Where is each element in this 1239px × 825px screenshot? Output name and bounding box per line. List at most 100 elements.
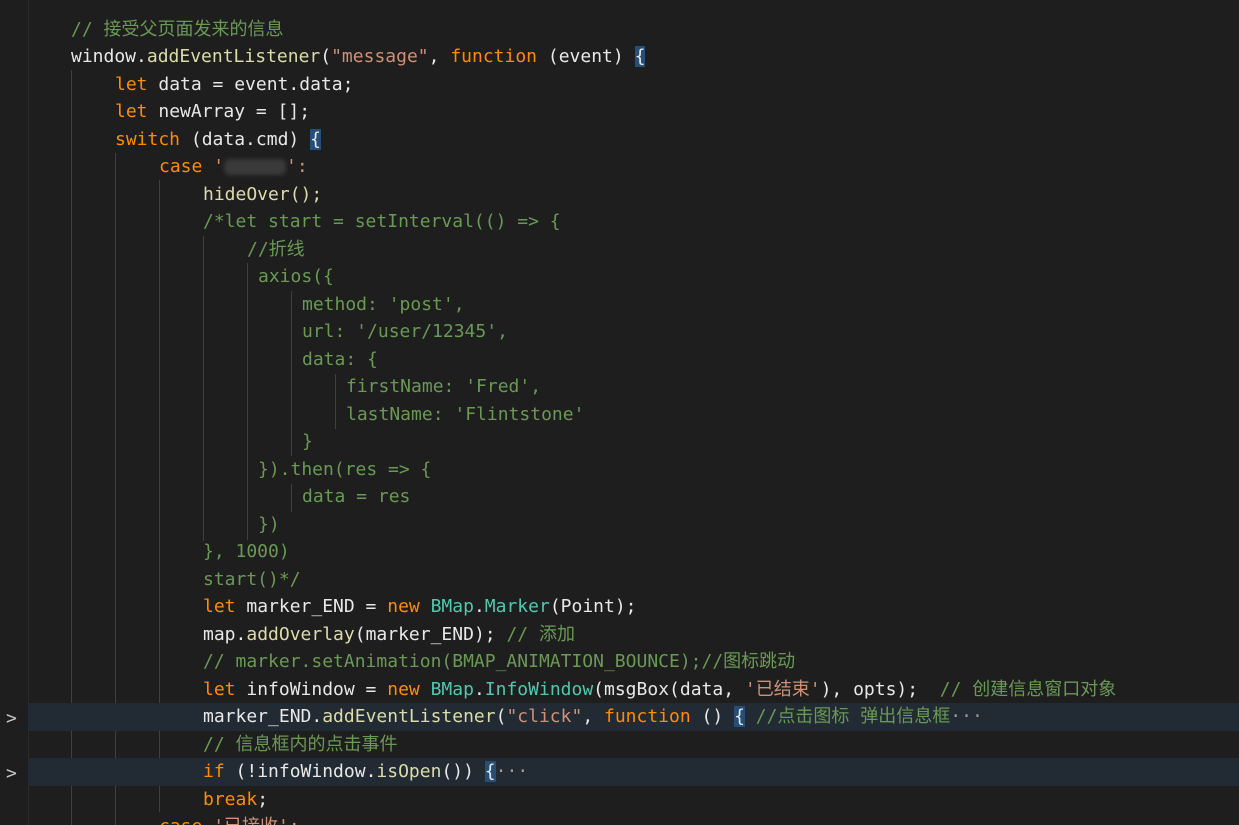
code-line[interactable]: case '已接收':: [28, 813, 1239, 825]
token: case: [28, 816, 202, 825]
token: let: [115, 74, 148, 95]
code-line[interactable]: }: [28, 428, 1239, 456]
code-line[interactable]: url: '/user/12345',: [28, 318, 1239, 346]
token: ()): [441, 761, 485, 782]
token: Marker: [484, 596, 550, 617]
token: (marker_END);: [354, 624, 507, 645]
token: marker_END.: [203, 706, 323, 727]
comment: //点击图标 弹出信息框: [744, 706, 951, 727]
token: {: [310, 129, 321, 150]
token: (: [320, 46, 332, 67]
comment: // 添加: [506, 624, 575, 645]
code-line[interactable]: break;: [28, 786, 1239, 814]
token: newArray = [];: [147, 101, 311, 122]
token: (): [690, 706, 735, 727]
code-line[interactable]: method: 'post',: [28, 291, 1239, 319]
comment: method: 'post',: [302, 294, 465, 315]
code-line[interactable]: lastName: 'Flintstone': [28, 401, 1239, 429]
token: {: [484, 761, 496, 782]
token: BMap: [430, 679, 474, 700]
comment: lastName: 'Flintstone': [346, 404, 585, 425]
comment: start()*/: [203, 569, 301, 590]
fold-expand-icon[interactable]: >: [6, 708, 22, 729]
folded-ellipsis[interactable]: ···: [496, 761, 529, 782]
token: data = event.data;: [147, 74, 354, 95]
comment: }): [258, 514, 280, 535]
code-line[interactable]: }): [28, 511, 1239, 539]
token: hideOver();: [203, 184, 323, 205]
token: new: [387, 679, 420, 700]
comment: data = res: [302, 486, 411, 507]
token: case: [159, 156, 203, 177]
redacted-text: [224, 159, 287, 175]
code-line[interactable]: map.addOverlay(marker_END); // 添加: [28, 621, 1239, 649]
code-line[interactable]: /*let start = setInterval(() => {: [28, 208, 1239, 236]
code-line[interactable]: window.addEventListener("message", funct…: [28, 43, 1239, 71]
code-line[interactable]: switch (data.cmd) {: [28, 126, 1239, 154]
token: ;: [257, 789, 269, 810]
code-line[interactable]: let data = event.data;: [28, 71, 1239, 99]
comment: data: {: [302, 349, 378, 370]
token: break: [203, 789, 258, 810]
token: .: [473, 596, 485, 617]
token: ,: [582, 706, 604, 727]
token: addOverlay: [246, 624, 355, 645]
comment: axios({: [258, 266, 334, 287]
code-line-folded[interactable]: if (!infoWindow.isOpen()) {···: [28, 758, 1239, 786]
token: isOpen: [376, 761, 442, 782]
token: BMap: [430, 596, 474, 617]
comment: // 接受父页面发来的信息: [71, 19, 284, 40]
code-line[interactable]: firstName: 'Fred',: [28, 373, 1239, 401]
token: .: [473, 679, 485, 700]
code-line[interactable]: // 接受父页面发来的信息: [28, 16, 1239, 44]
folded-ellipsis[interactable]: ···: [950, 706, 983, 727]
token: addEventListener: [146, 46, 321, 67]
code-editor[interactable]: > > // 接受父页面发来的信息 window.addEventListene…: [0, 0, 1239, 825]
token: '已结束': [744, 679, 821, 700]
token: (event): [537, 46, 635, 67]
code-area[interactable]: // 接受父页面发来的信息 window.addEventListener("m…: [28, 0, 1239, 825]
token: map.: [203, 624, 247, 645]
code-line[interactable]: case ' ':: [28, 153, 1239, 181]
token: ,: [428, 46, 451, 67]
code-line[interactable]: let infoWindow = new BMap.InfoWindow(msg…: [28, 676, 1239, 704]
token: ':: [286, 156, 308, 177]
comment: }, 1000): [203, 541, 290, 562]
token: InfoWindow: [484, 679, 594, 700]
token: (Point);: [549, 596, 637, 617]
code-line[interactable]: start()*/: [28, 566, 1239, 594]
code-line[interactable]: let marker_END = new BMap.Marker(Point);: [28, 593, 1239, 621]
code-line-folded[interactable]: marker_END.addEventListener("click", fun…: [28, 703, 1239, 731]
code-line[interactable]: }, 1000): [28, 538, 1239, 566]
token: switch: [115, 129, 181, 150]
code-line[interactable]: data: {: [28, 346, 1239, 374]
token: ), opts);: [820, 679, 940, 700]
fold-expand-icon[interactable]: >: [6, 763, 22, 784]
token: '已接收':: [202, 816, 300, 825]
comment: //折线: [247, 239, 305, 260]
code-line[interactable]: //折线: [28, 236, 1239, 264]
token: (msgBox(data,: [593, 679, 745, 700]
token: new: [387, 596, 420, 617]
comment: firstName: 'Fred',: [346, 376, 542, 397]
code-line[interactable]: // marker.setAnimation(BMAP_ANIMATION_BO…: [28, 648, 1239, 676]
token: (: [495, 706, 507, 727]
token: (!infoWindow.: [224, 761, 377, 782]
token: "message": [331, 46, 429, 67]
token: let: [203, 596, 236, 617]
token: ': [202, 156, 225, 177]
token: {: [734, 706, 745, 727]
token: (data.cmd): [180, 129, 311, 150]
gutter: [0, 0, 28, 825]
code-line[interactable]: data = res: [28, 483, 1239, 511]
token: if: [203, 761, 225, 782]
comment: }: [302, 431, 313, 452]
code-line[interactable]: let newArray = [];: [28, 98, 1239, 126]
comment: url: '/user/12345',: [302, 321, 508, 342]
comment: // 信息框内的点击事件: [203, 734, 398, 755]
code-line[interactable]: }).then(res => {: [28, 456, 1239, 484]
comment: /*let start = setInterval(() => {: [203, 211, 561, 232]
code-line[interactable]: axios({: [28, 263, 1239, 291]
code-line[interactable]: hideOver();: [28, 181, 1239, 209]
code-line[interactable]: // 信息框内的点击事件: [28, 731, 1239, 759]
